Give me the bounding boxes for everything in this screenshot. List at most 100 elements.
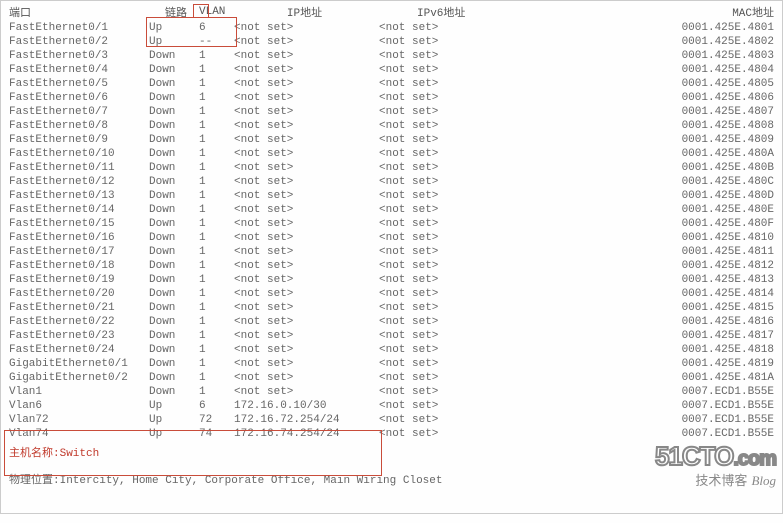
cell-port: FastEthernet0/1	[7, 21, 147, 35]
cell-ip: <not set>	[232, 119, 377, 133]
cell-ip: <not set>	[232, 343, 377, 357]
cell-ip: <not set>	[232, 315, 377, 329]
table-row: GigabitEthernet0/1Down1<not set><not set…	[7, 357, 776, 371]
cell-port: FastEthernet0/5	[7, 77, 147, 91]
cell-ip: <not set>	[232, 357, 377, 371]
cell-ip: <not set>	[232, 385, 377, 399]
cell-link: Down	[147, 315, 197, 329]
cell-link: Down	[147, 259, 197, 273]
cell-mac: 0001.425E.480B	[570, 161, 776, 175]
cell-ipv6: <not set>	[377, 329, 570, 343]
header-vlan: VLAN	[197, 3, 232, 21]
cell-link: Down	[147, 371, 197, 385]
cell-ip: <not set>	[232, 175, 377, 189]
cell-port: FastEthernet0/14	[7, 203, 147, 217]
cell-vlan: --	[197, 35, 232, 49]
cell-mac: 0001.425E.4814	[570, 287, 776, 301]
cell-link: Down	[147, 147, 197, 161]
cell-ip: <not set>	[232, 91, 377, 105]
table-row: FastEthernet0/13Down1<not set><not set>0…	[7, 189, 776, 203]
cell-ipv6: <not set>	[377, 147, 570, 161]
cell-vlan: 1	[197, 91, 232, 105]
table-row: FastEthernet0/3Down1<not set><not set>00…	[7, 49, 776, 63]
cell-ipv6: <not set>	[377, 427, 570, 441]
cell-ip: <not set>	[232, 301, 377, 315]
cell-link: Up	[147, 35, 197, 49]
cell-vlan: 1	[197, 49, 232, 63]
cell-port: Vlan72	[7, 413, 147, 427]
cell-ip: <not set>	[232, 273, 377, 287]
cell-mac: 0001.425E.4804	[570, 63, 776, 77]
table-row: FastEthernet0/16Down1<not set><not set>0…	[7, 231, 776, 245]
cell-link: Down	[147, 385, 197, 399]
cell-ipv6: <not set>	[377, 77, 570, 91]
cell-ipv6: <not set>	[377, 287, 570, 301]
cell-ip: <not set>	[232, 245, 377, 259]
cell-port: FastEthernet0/15	[7, 217, 147, 231]
cell-ipv6: <not set>	[377, 231, 570, 245]
cell-mac: 0001.425E.4813	[570, 273, 776, 287]
cell-ip: <not set>	[232, 63, 377, 77]
cell-mac: 0001.425E.4802	[570, 35, 776, 49]
table-row: FastEthernet0/22Down1<not set><not set>0…	[7, 315, 776, 329]
cell-ipv6: <not set>	[377, 91, 570, 105]
table-row: FastEthernet0/21Down1<not set><not set>0…	[7, 301, 776, 315]
table-row: FastEthernet0/15Down1<not set><not set>0…	[7, 217, 776, 231]
cell-vlan: 1	[197, 301, 232, 315]
cell-port: GigabitEthernet0/2	[7, 371, 147, 385]
cell-mac: 0001.425E.4803	[570, 49, 776, 63]
header-ip: IP地址	[232, 3, 377, 21]
cell-mac: 0001.425E.480A	[570, 147, 776, 161]
table-row: FastEthernet0/24Down1<not set><not set>0…	[7, 343, 776, 357]
cell-ipv6: <not set>	[377, 175, 570, 189]
table-row: FastEthernet0/2Up--<not set><not set>000…	[7, 35, 776, 49]
cell-ip: <not set>	[232, 189, 377, 203]
cell-link: Up	[147, 427, 197, 441]
cell-ip: 172.16.72.254/24	[232, 413, 377, 427]
cell-ipv6: <not set>	[377, 189, 570, 203]
cell-link: Down	[147, 231, 197, 245]
cell-ipv6: <not set>	[377, 399, 570, 413]
cell-link: Up	[147, 413, 197, 427]
table-row: FastEthernet0/23Down1<not set><not set>0…	[7, 329, 776, 343]
cell-link: Down	[147, 189, 197, 203]
cell-link: Down	[147, 161, 197, 175]
cell-port: FastEthernet0/13	[7, 189, 147, 203]
cell-link: Down	[147, 217, 197, 231]
cell-port: FastEthernet0/2	[7, 35, 147, 49]
cell-mac: 0001.425E.4816	[570, 315, 776, 329]
cell-mac: 0007.ECD1.B55E	[570, 385, 776, 399]
cell-port: FastEthernet0/17	[7, 245, 147, 259]
cell-vlan: 1	[197, 259, 232, 273]
cell-link: Down	[147, 77, 197, 91]
cell-vlan: 1	[197, 231, 232, 245]
cell-vlan: 1	[197, 273, 232, 287]
cell-port: FastEthernet0/12	[7, 175, 147, 189]
cell-vlan: 1	[197, 161, 232, 175]
cell-vlan: 6	[197, 21, 232, 35]
cell-mac: 0001.425E.4809	[570, 133, 776, 147]
cell-ip: 172.16.74.254/24	[232, 427, 377, 441]
cell-mac: 0001.425E.4806	[570, 91, 776, 105]
cell-ipv6: <not set>	[377, 385, 570, 399]
cell-mac: 0001.425E.480F	[570, 217, 776, 231]
header-port: 端口	[7, 3, 147, 21]
cell-ipv6: <not set>	[377, 357, 570, 371]
table-row: FastEthernet0/18Down1<not set><not set>0…	[7, 259, 776, 273]
cell-link: Up	[147, 399, 197, 413]
cell-ip: <not set>	[232, 147, 377, 161]
table-row: Vlan74Up74172.16.74.254/24<not set>0007.…	[7, 427, 776, 441]
cell-ip: <not set>	[232, 35, 377, 49]
hostname-row: 主机名称:Switch	[7, 441, 776, 465]
header-mac: MAC地址	[570, 3, 776, 21]
cell-port: FastEthernet0/8	[7, 119, 147, 133]
table-row: FastEthernet0/1Up6<not set><not set>0001…	[7, 21, 776, 35]
cell-ip: <not set>	[232, 329, 377, 343]
table-row: FastEthernet0/11Down1<not set><not set>0…	[7, 161, 776, 175]
cell-vlan: 1	[197, 175, 232, 189]
cell-ip: <not set>	[232, 287, 377, 301]
cell-port: FastEthernet0/23	[7, 329, 147, 343]
cell-vlan: 74	[197, 427, 232, 441]
cell-port: Vlan6	[7, 399, 147, 413]
cell-ipv6: <not set>	[377, 413, 570, 427]
